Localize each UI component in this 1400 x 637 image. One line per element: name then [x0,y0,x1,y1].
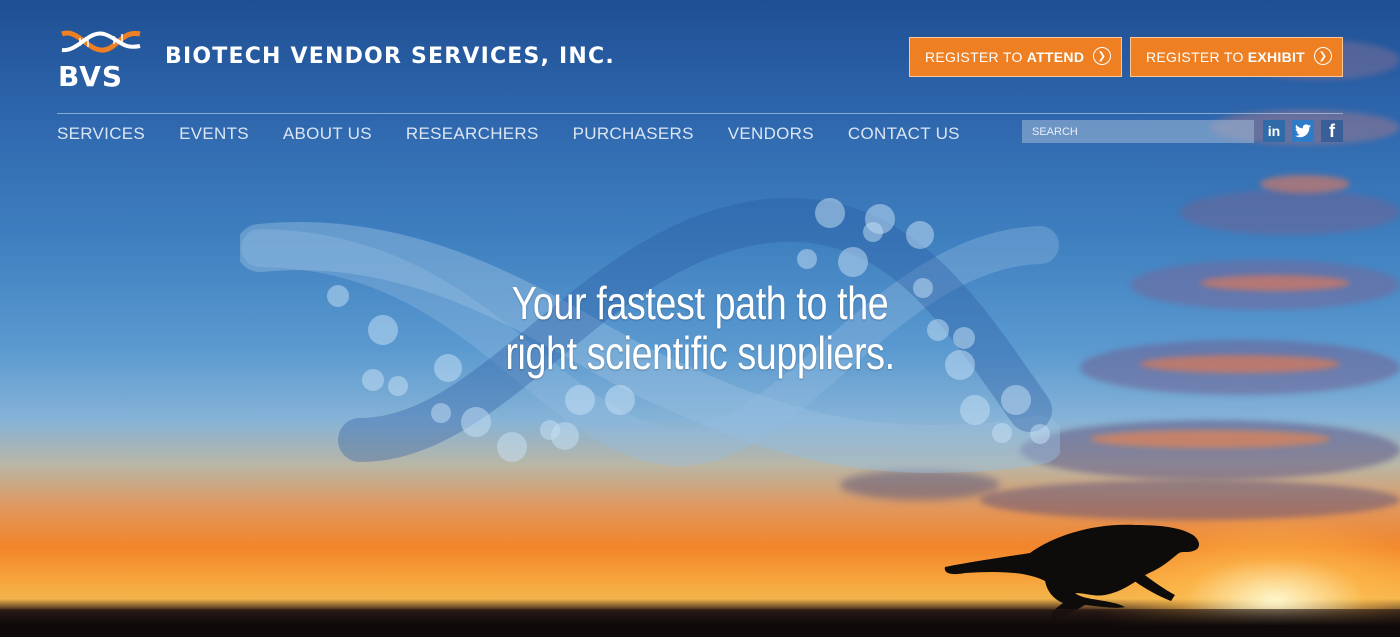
header-divider [57,113,1343,114]
nav-item-purchasers[interactable]: PURCHASERS [573,124,694,144]
nav-item-events[interactable]: EVENTS [179,124,249,144]
bvs-logo: BVS [58,30,141,90]
linkedin-icon[interactable]: in [1263,120,1285,142]
main-nav: SERVICES EVENTS ABOUT US RESEARCHERS PUR… [57,124,994,144]
company-name: BIOTECH VENDOR SERVICES, INC. [165,44,615,69]
ground-silhouette [0,609,1400,637]
register-exhibit-emphasis: EXHIBIT [1247,49,1306,65]
register-exhibit-prefix: REGISTER TO [1146,49,1244,65]
chevron-right-icon: ❯ [1093,47,1111,65]
facebook-icon[interactable]: f [1321,120,1343,142]
nav-item-researchers[interactable]: RESEARCHERS [406,124,539,144]
nav-item-contact-us[interactable]: CONTACT US [848,124,960,144]
twitter-icon[interactable] [1292,120,1314,142]
register-exhibit-button[interactable]: REGISTER TO EXHIBIT ❯ [1130,37,1343,77]
hero-banner: Your fastest path to the right scientifi… [0,0,1400,637]
logo-text: BVS [58,60,123,90]
hero-headline: Your fastest path to the right scientifi… [454,278,946,378]
headline-line-1: Your fastest path to the [511,277,889,329]
cheetah-silhouette [944,524,1199,619]
nav-item-about-us[interactable]: ABOUT US [283,124,372,144]
headline-line-2: right scientific suppliers. [505,327,895,379]
chevron-right-icon: ❯ [1314,47,1332,65]
register-attend-button[interactable]: REGISTER TO ATTEND ❯ [909,37,1122,77]
register-attend-emphasis: ATTEND [1026,49,1085,65]
nav-item-vendors[interactable]: VENDORS [728,124,814,144]
search-input[interactable] [1022,120,1254,143]
nav-item-services[interactable]: SERVICES [57,124,145,144]
register-attend-prefix: REGISTER TO [925,49,1023,65]
